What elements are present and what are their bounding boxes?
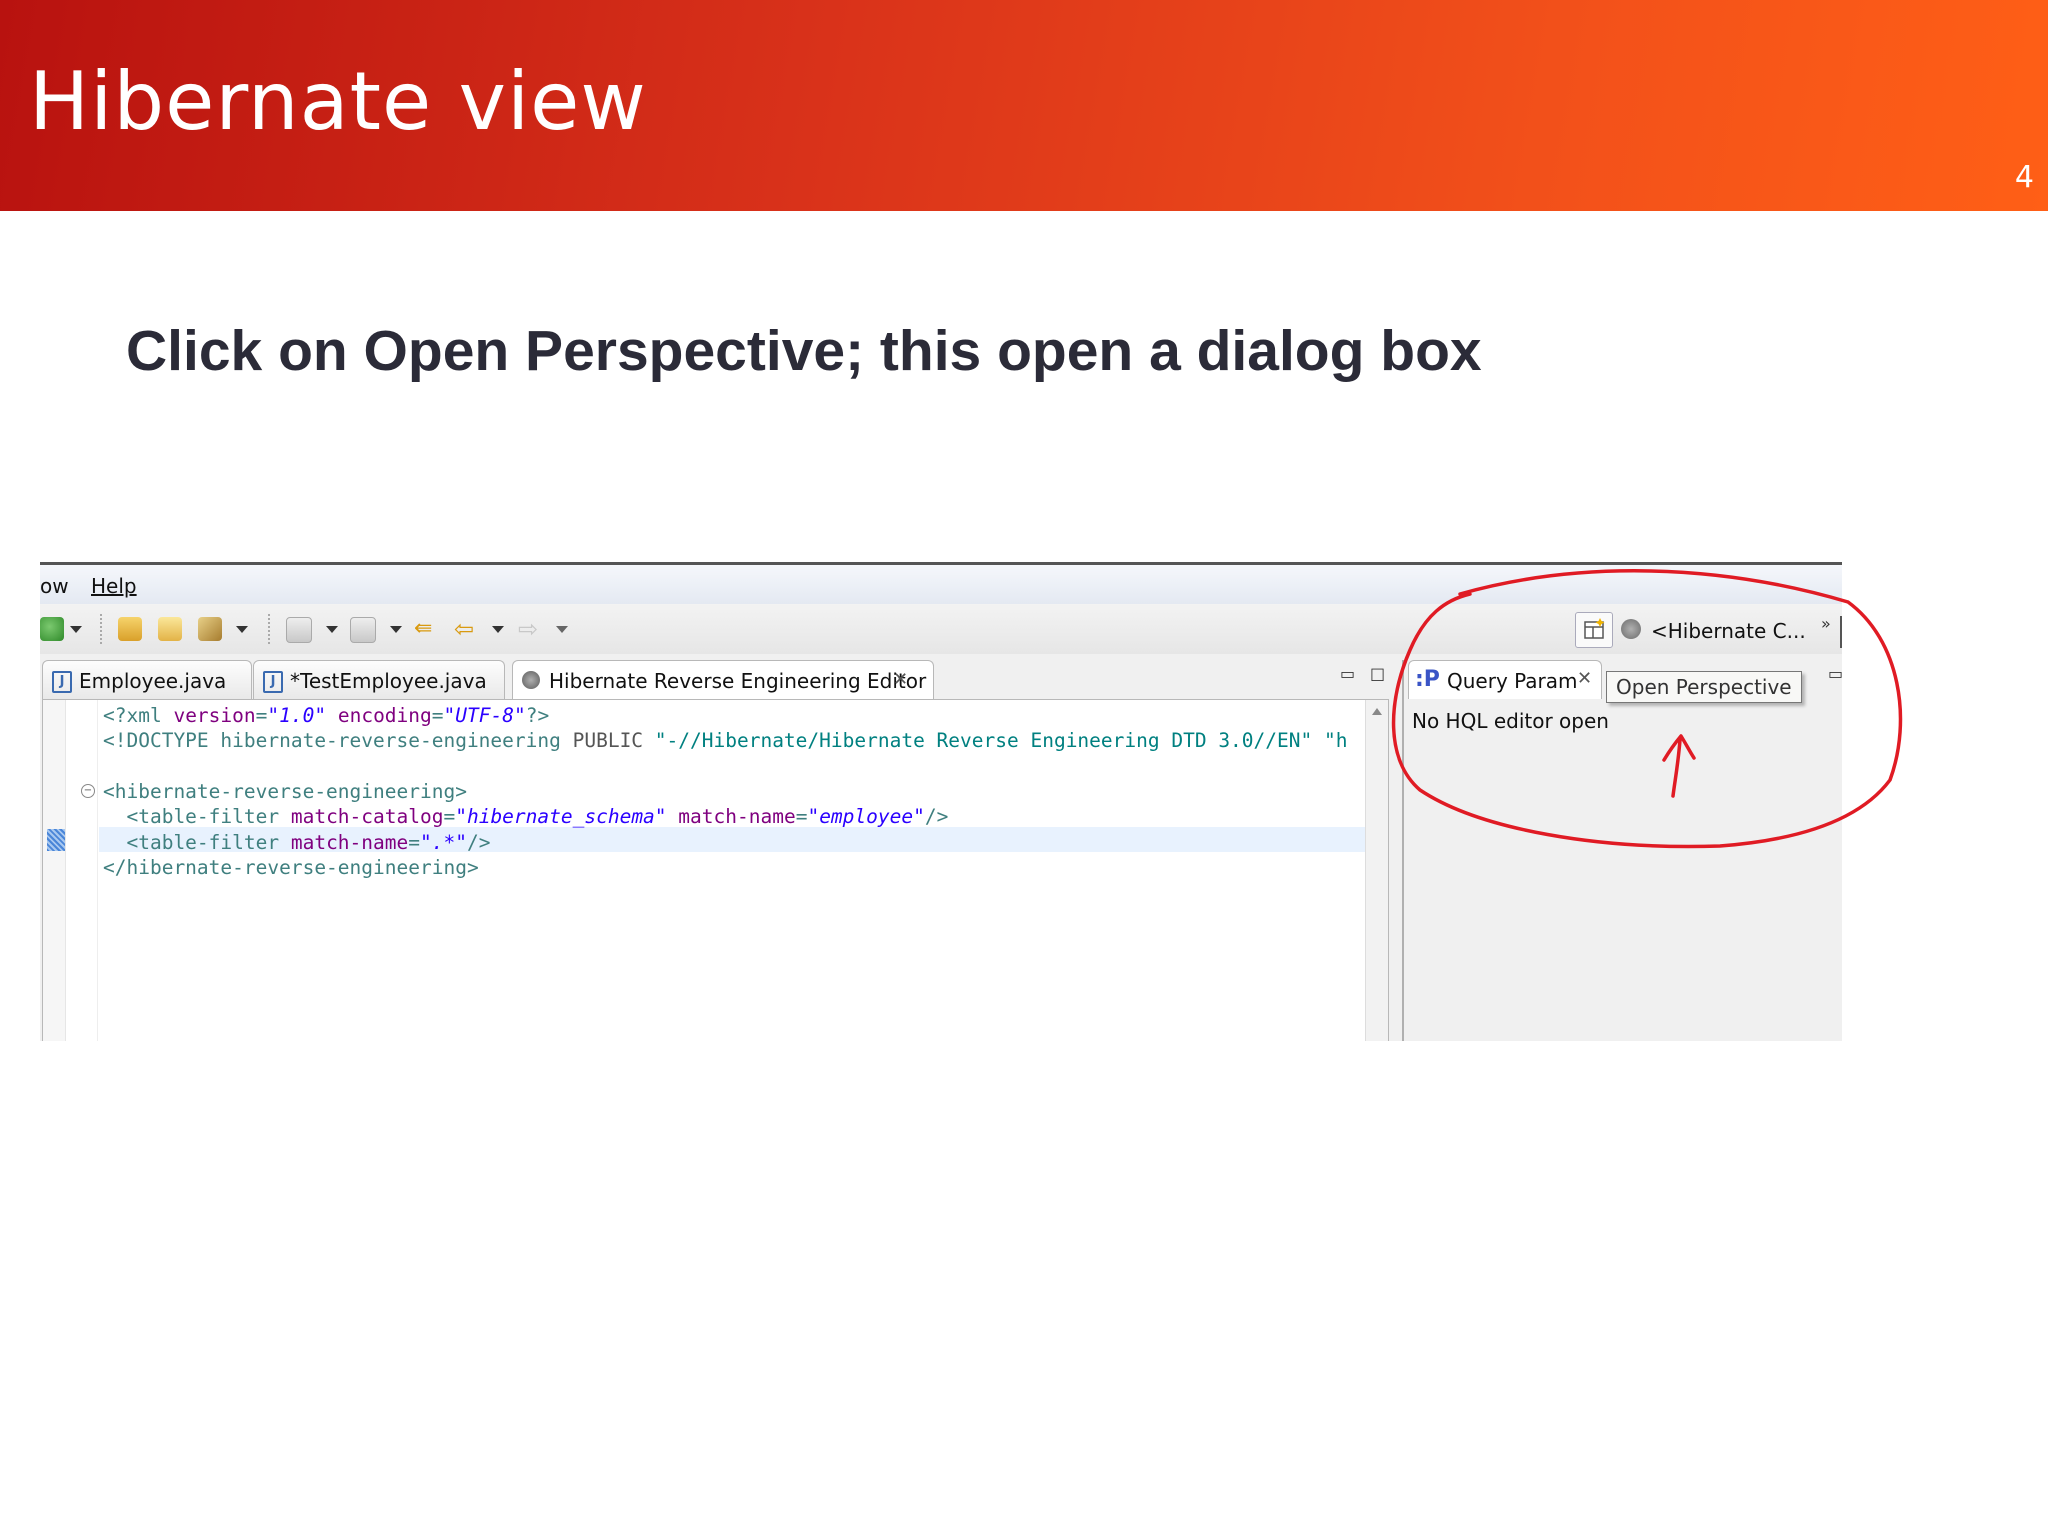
code-token: "employee" — [807, 805, 925, 829]
code-line[interactable]: <?xml version="1.0" encoding="UTF-8"?> — [103, 703, 549, 728]
fold-collapse-icon[interactable]: − — [81, 784, 95, 798]
close-tab-icon[interactable]: ✕ — [1577, 668, 1592, 689]
pin-icon[interactable] — [198, 617, 222, 641]
forward-dropdown-icon[interactable] — [556, 626, 568, 633]
code-token: match-catalog — [290, 805, 444, 829]
xml-editor[interactable]: − <?xml version="1.0" encoding="UTF-8"?>… — [42, 699, 1389, 1041]
prev-annotation-icon[interactable] — [286, 617, 312, 643]
query-parameters-view: :P Query Param ✕ ▭ □ Open Perspective No… — [1402, 660, 1842, 1041]
editor-ruler — [97, 700, 98, 1041]
code-token: </hibernate-reverse-engineering> — [103, 855, 479, 879]
hibernate-perspective-button[interactable]: <Hibernate C... — [1651, 619, 1806, 643]
query-param-icon: :P — [1415, 667, 1440, 692]
code-token: = — [431, 704, 444, 727]
code-token: /> — [466, 830, 491, 854]
code-token: match-name — [678, 805, 796, 829]
code-token: match-name — [290, 830, 409, 854]
code-token: <table-filter — [103, 830, 291, 854]
code-line[interactable]: <hibernate-reverse-engineering> — [103, 779, 467, 804]
code-token: encoding — [337, 704, 432, 727]
editor-gutter — [43, 700, 66, 1041]
java-file-icon: J — [263, 671, 283, 693]
code-token: ".*" — [420, 830, 467, 854]
code-token: = — [795, 805, 808, 829]
tab-label: Employee.java — [79, 669, 227, 693]
open-perspective-button[interactable] — [1575, 612, 1613, 648]
hibernate-perspective-icon — [1621, 619, 1641, 639]
code-token: <table-filter — [103, 805, 291, 829]
code-token: /> — [924, 805, 949, 829]
code-token: <hibernate-reverse-engineering> — [103, 779, 467, 803]
toolbar-separator — [268, 614, 271, 644]
open-folder-icon[interactable] — [158, 617, 182, 641]
code-token: "-//Hibernate/Hibernate Reverse Engineer… — [654, 729, 1348, 753]
code-token: "hibernate_schema" — [455, 805, 667, 829]
pin-dropdown-icon[interactable] — [236, 626, 248, 633]
eclipse-screenshot: ow Help ⇚ ⇦ ⇨ <Hibernate C... » J Employ… — [40, 562, 1842, 1041]
perspective-overflow-icon[interactable]: » — [1821, 614, 1831, 633]
maximize-icon[interactable]: □ — [1370, 664, 1385, 683]
back-dropdown-icon[interactable] — [492, 626, 504, 633]
minimize-icon[interactable]: ▭ — [1828, 664, 1842, 683]
tab-hibernate-reveng-editor[interactable]: Hibernate Reverse Engineering Editor ✕ — [512, 660, 934, 699]
close-tab-icon[interactable]: ✕ — [893, 669, 908, 690]
tab-label: Query Param — [1447, 669, 1578, 693]
code-token: PUBLIC — [572, 729, 655, 753]
vertical-scrollbar[interactable] — [1365, 700, 1388, 1041]
scroll-up-icon[interactable] — [1372, 708, 1382, 715]
run-icon[interactable] — [40, 617, 64, 641]
tab-test-employee-java[interactable]: J *TestEmployee.java — [253, 660, 505, 699]
code-line[interactable]: <table-filter match-name=".*"/> — [103, 830, 490, 855]
tab-query-param[interactable]: :P Query Param ✕ — [1408, 660, 1602, 699]
code-token: = — [255, 704, 268, 727]
next-annotation-icon[interactable] — [350, 617, 376, 643]
code-token: "1.0" — [267, 704, 327, 727]
editor-tab-bar: J Employee.java J *TestEmployee.java Hib… — [40, 660, 1395, 699]
code-token: ?> — [525, 704, 550, 727]
open-perspective-tooltip: Open Perspective — [1606, 671, 1802, 703]
java-file-icon: J — [52, 671, 72, 693]
last-edit-icon[interactable]: ⇚ — [414, 617, 438, 641]
back-icon[interactable]: ⇦ — [454, 617, 478, 641]
tab-label: *TestEmployee.java — [290, 669, 487, 693]
open-type-icon[interactable] — [118, 617, 142, 641]
slide-subtitle: Click on Open Perspective; this open a d… — [126, 319, 1482, 383]
title-banner: Hibernate view 4 — [0, 0, 2048, 211]
hibernate-icon — [522, 671, 540, 689]
slide-number: 4 — [2014, 160, 2034, 195]
code-token: <!DOCTYPE hibernate-reverse-engineering — [103, 729, 573, 753]
toolbar: ⇚ ⇦ ⇨ <Hibernate C... » — [40, 604, 1842, 654]
toolbar-separator — [100, 614, 103, 644]
menu-window[interactable]: ow — [40, 574, 69, 598]
menu-bar: ow Help — [40, 565, 1842, 604]
code-token: = — [408, 830, 420, 854]
forward-icon[interactable]: ⇨ — [518, 617, 542, 641]
menu-help[interactable]: Help — [91, 574, 137, 598]
open-perspective-icon — [1584, 618, 1605, 639]
next-annotation-dropdown-icon[interactable] — [390, 626, 402, 633]
change-marker — [47, 829, 65, 851]
slide-title: Hibernate view — [29, 55, 647, 148]
code-line[interactable]: <!DOCTYPE hibernate-reverse-engineering … — [103, 728, 1347, 753]
minimize-icon[interactable]: ▭ — [1340, 664, 1355, 683]
tab-label: Hibernate Reverse Engineering Editor — [549, 669, 927, 693]
code-line[interactable]: </hibernate-reverse-engineering> — [103, 855, 479, 880]
perspective-bracket — [1840, 616, 1842, 648]
code-token: "UTF-8" — [443, 704, 526, 727]
code-token: = — [443, 805, 456, 829]
no-hql-message: No HQL editor open — [1412, 709, 1609, 733]
tab-employee-java[interactable]: J Employee.java — [42, 660, 252, 699]
code-token: version — [173, 704, 256, 727]
run-dropdown-icon[interactable] — [70, 626, 82, 633]
code-line[interactable]: <table-filter match-catalog="hibernate_s… — [103, 804, 948, 829]
code-token: <?xml — [103, 704, 174, 727]
prev-annotation-dropdown-icon[interactable] — [326, 626, 338, 633]
